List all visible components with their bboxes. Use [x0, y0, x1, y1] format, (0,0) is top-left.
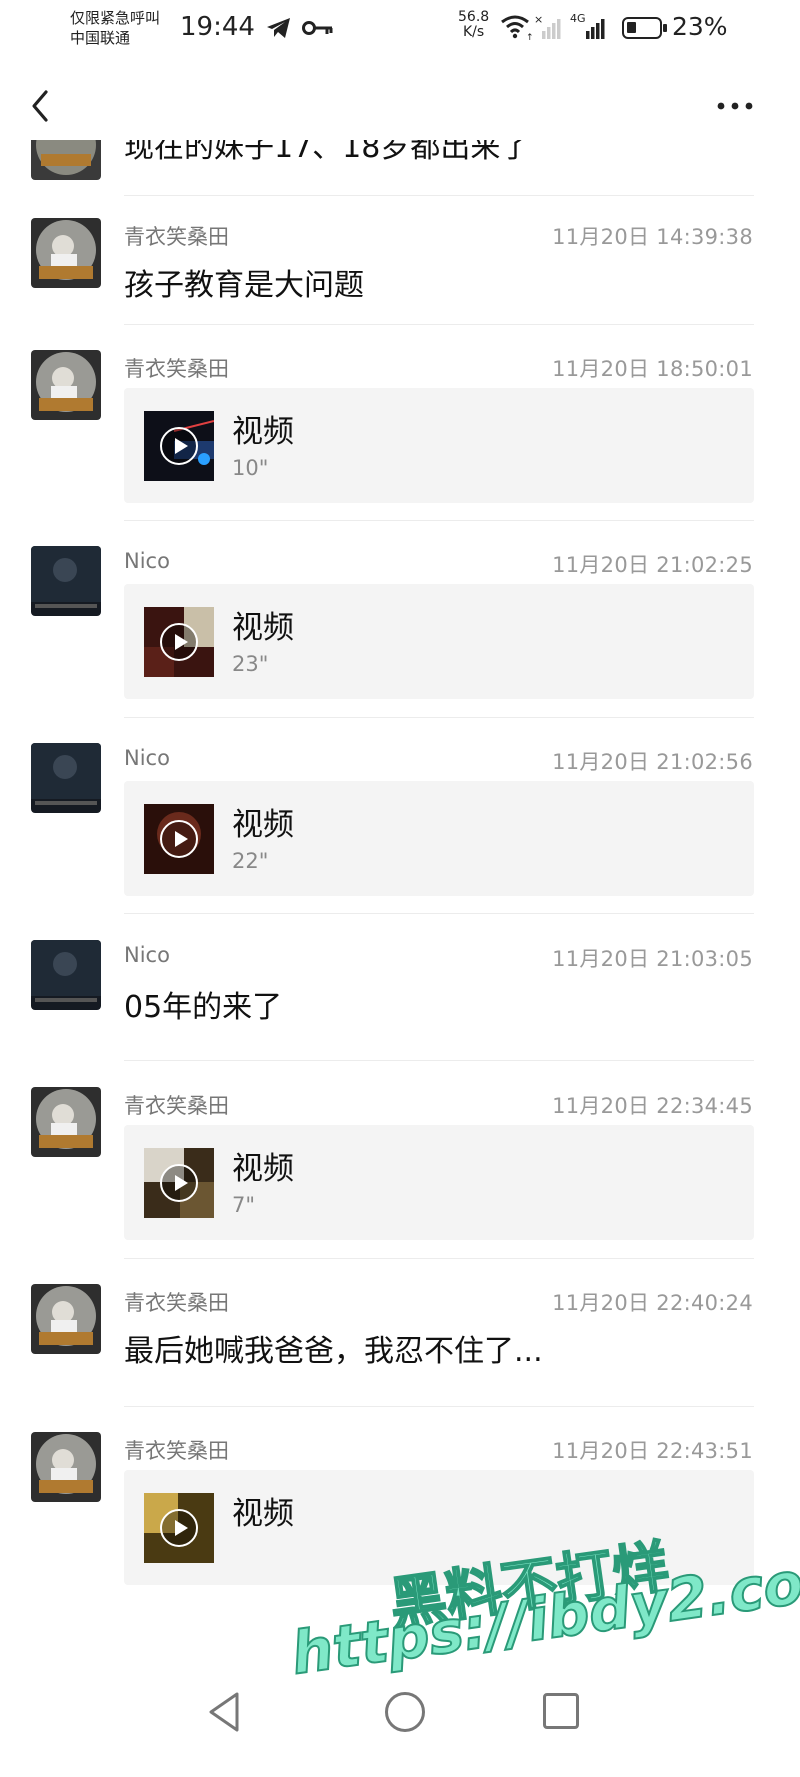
message-time: 11月20日 21:02:25 [552, 553, 753, 577]
play-icon [160, 1164, 198, 1202]
video-duration: 22" [232, 849, 269, 873]
video-card[interactable]: 视频 22" [124, 781, 754, 896]
carrier-emergency-label: 仅限紧急呼叫 [70, 9, 161, 27]
more-options-icon[interactable] [712, 88, 758, 124]
avatar[interactable] [31, 940, 101, 1010]
divider [124, 1060, 754, 1061]
message-time: 11月20日 22:34:45 [552, 1094, 753, 1118]
chat-history-list[interactable]: 现在的妹子17、18岁都出来了 青衣笑桑田 11月20日 14:39:38 孩子… [0, 140, 800, 1660]
net-speed: 56.8 K/s [458, 10, 489, 40]
avatar[interactable] [31, 140, 101, 180]
back-arrow-icon[interactable] [22, 86, 62, 126]
system-nav-bar [0, 1660, 800, 1777]
video-thumbnail [144, 804, 214, 874]
message-text: 05年的来了 [124, 990, 283, 1025]
divider [124, 520, 754, 521]
net-speed-value: 56.8 [458, 9, 490, 25]
list-item: 青衣笑桑田 11月20日 14:39:38 孩子教育是大问题 [0, 218, 800, 328]
sender-name: 青衣笑桑田 [124, 1094, 229, 1118]
sender-name: 青衣笑桑田 [124, 357, 229, 381]
video-duration: 10" [232, 456, 269, 480]
play-icon [160, 427, 198, 465]
video-duration: 7" [232, 1193, 256, 1217]
sender-name: Nico [124, 549, 170, 573]
avatar[interactable] [31, 546, 101, 616]
message-text: 现在的妹子17、18岁都出来了 [124, 140, 531, 165]
clock: 19:44 [180, 12, 255, 42]
divider [124, 913, 754, 914]
sender-name: 青衣笑桑田 [124, 225, 229, 249]
message-time: 11月20日 22:43:51 [552, 1439, 753, 1463]
list-item: Nico 11月20日 21:02:25 视频 23" [0, 546, 800, 699]
sender-name: Nico [124, 943, 170, 967]
divider [124, 324, 754, 325]
video-thumbnail [144, 411, 214, 481]
video-label: 视频 [232, 1151, 294, 1187]
signal-sim2-icon [586, 19, 605, 39]
list-item: 青衣笑桑田 11月20日 18:50:01 视频 10" [0, 350, 800, 503]
play-icon [160, 623, 198, 661]
message-time: 11月20日 21:03:05 [552, 947, 753, 971]
list-item: 青衣笑桑田 11月20日 22:40:24 最后她喊我爸爸，我忍不住了... [0, 1284, 800, 1394]
video-thumbnail [144, 1493, 214, 1563]
signal-sim1-icon: × [534, 14, 561, 39]
avatar[interactable] [31, 1087, 101, 1157]
avatar[interactable] [31, 218, 101, 288]
video-card[interactable]: 视频 23" [124, 584, 754, 699]
avatar[interactable] [31, 1284, 101, 1354]
list-item: Nico 11月20日 21:02:56 视频 22" [0, 743, 800, 896]
nav-recents-icon[interactable] [543, 1693, 579, 1729]
divider [124, 1258, 754, 1259]
key-icon [302, 21, 333, 35]
video-label: 视频 [232, 1496, 294, 1532]
message-text: 孩子教育是大问题 [124, 268, 364, 303]
list-item: 现在的妹子17、18岁都出来了 [0, 140, 800, 220]
carrier-info: 仅限紧急呼叫 中国联通 [70, 8, 160, 48]
video-label: 视频 [232, 414, 294, 450]
video-label: 视频 [232, 807, 294, 843]
battery-percent: 23% [672, 12, 728, 41]
divider [124, 717, 754, 718]
message-time: 11月20日 22:40:24 [552, 1291, 753, 1315]
divider [124, 1406, 754, 1407]
avatar[interactable] [31, 1432, 101, 1502]
top-nav [0, 70, 800, 140]
video-label: 视频 [232, 610, 294, 646]
carrier-name: 中国联通 [70, 29, 131, 47]
avatar[interactable] [31, 743, 101, 813]
sender-name: 青衣笑桑田 [124, 1439, 229, 1463]
list-item: 青衣笑桑田 11月20日 22:34:45 视频 7" [0, 1087, 800, 1240]
play-icon [160, 820, 198, 858]
status-bar: 仅限紧急呼叫 中国联通 19:44 56.8 K/s ↑↓ × 4G 23% [0, 0, 800, 60]
message-time: 11月20日 14:39:38 [552, 225, 753, 249]
message-time: 11月20日 18:50:01 [552, 357, 753, 381]
video-card[interactable]: 视频 7" [124, 1125, 754, 1240]
video-card[interactable]: 视频 10" [124, 388, 754, 503]
svg-text:×: × [534, 14, 543, 26]
video-thumbnail [144, 1148, 214, 1218]
svg-text:↑↓: ↑↓ [526, 33, 534, 40]
sender-name: Nico [124, 746, 170, 770]
video-duration: 23" [232, 652, 269, 676]
telegram-icon [267, 18, 290, 38]
list-item: Nico 11月20日 21:03:05 05年的来了 [0, 940, 800, 1050]
message-text: 最后她喊我爸爸，我忍不住了... [124, 1334, 543, 1369]
battery-icon [622, 17, 667, 39]
play-icon [160, 1509, 198, 1547]
nav-back-icon[interactable] [205, 1690, 245, 1734]
wifi-icon: ↑↓ [501, 15, 534, 40]
sender-name: 青衣笑桑田 [124, 1291, 229, 1315]
nav-home-icon[interactable] [385, 1692, 425, 1732]
divider [124, 195, 754, 196]
avatar[interactable] [31, 350, 101, 420]
message-time: 11月20日 21:02:56 [552, 750, 753, 774]
video-thumbnail [144, 607, 214, 677]
net-speed-unit: K/s [462, 24, 485, 40]
